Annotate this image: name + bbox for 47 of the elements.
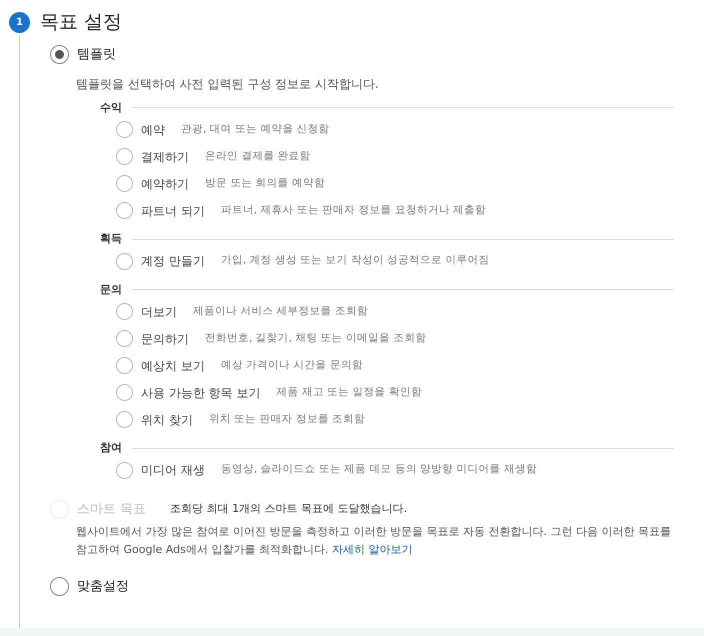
step-number: 1 — [9, 12, 30, 33]
goal-description: 관광, 대여 또는 예약을 신청함 — [181, 122, 330, 137]
goal-description: 가입, 계정 생성 또는 보기 작성이 성공적으로 이루어짐 — [220, 253, 490, 268]
goal-name: 계정 만들기 — [141, 253, 205, 270]
radio-button[interactable] — [50, 45, 69, 64]
radio-button[interactable] — [116, 462, 133, 478]
goal-name: 예약 — [141, 122, 165, 138]
goal-name: 문의하기 — [141, 330, 189, 348]
radio-button[interactable] — [116, 303, 133, 320]
option-label: 스마트 목표 — [77, 500, 146, 518]
option-note: 조회당 최대 1개의 스마트 목표에 도달했습니다. — [170, 501, 408, 517]
radio-button[interactable] — [116, 330, 133, 347]
goal-description: 전화번호, 길찾기, 채팅 또는 이메일을 조회함 — [205, 330, 426, 346]
radio-button[interactable] — [116, 148, 133, 165]
group-heading: 참여 — [100, 440, 122, 456]
goal-description: 방문 또는 회의를 예약함 — [205, 176, 326, 191]
section-title: 목표 설정 — [40, 12, 122, 33]
radio-button[interactable] — [116, 175, 133, 192]
goal-name: 결제하기 — [141, 148, 189, 166]
radio-button[interactable] — [50, 577, 69, 596]
option-description: 웹사이트에서 가장 많은 참여로 이어진 방문을 측정하고 이러한 방문을 목표로 자동 전환합니다. 그런 다음 이러한 목표를 참고하여 Google Ads에서 입찰가를 최적화합니다. 자세히 알아보기 — [76, 524, 672, 558]
goal-name: 미디어 재생 — [141, 462, 205, 479]
radio-button[interactable] — [116, 357, 133, 374]
goal-name: 위치 찾기 — [141, 412, 193, 428]
goal-name: 사용 가능한 항목 보기 — [141, 384, 260, 402]
goal-description: 제품 재고 또는 일정을 확인함 — [276, 384, 422, 400]
group-heading: 문의 — [100, 282, 122, 298]
option-label: 템플릿 — [77, 46, 116, 64]
radio-button[interactable] — [116, 384, 133, 401]
radio-button[interactable] — [116, 411, 133, 428]
goal-name: 예상치 보기 — [141, 358, 205, 374]
goal-name: 예약하기 — [141, 176, 189, 192]
goal-description: 제품이나 서비스 세부정보를 조회함 — [193, 304, 368, 319]
group-heading: 획득 — [100, 231, 122, 247]
group-heading: 수익 — [100, 100, 122, 116]
goal-description: 예상 가격이나 시간을 문의함 — [220, 358, 363, 373]
option-label: 맞춤설정 — [77, 578, 129, 596]
goal-description: 온라인 결제를 완료함 — [205, 148, 311, 164]
radio-button[interactable] — [116, 202, 133, 219]
goal-description: 파트너, 제휴사 또는 판매자 정보를 요청하거나 제출함 — [220, 202, 486, 218]
goal-name: 파트너 되기 — [141, 202, 205, 220]
radio-button[interactable] — [116, 121, 133, 138]
goal-name: 더보기 — [141, 304, 177, 320]
goal-description: 위치 또는 판매자 정보를 조회함 — [208, 412, 366, 427]
radio-button[interactable] — [116, 252, 133, 270]
option-description: 템플릿을 선택하여 사전 입력된 구성 정보로 시작합니다. — [76, 76, 380, 92]
goal-description: 동영상, 슬라이드쇼 또는 제품 데모 등의 양방향 미디어를 재생함 — [220, 462, 537, 478]
